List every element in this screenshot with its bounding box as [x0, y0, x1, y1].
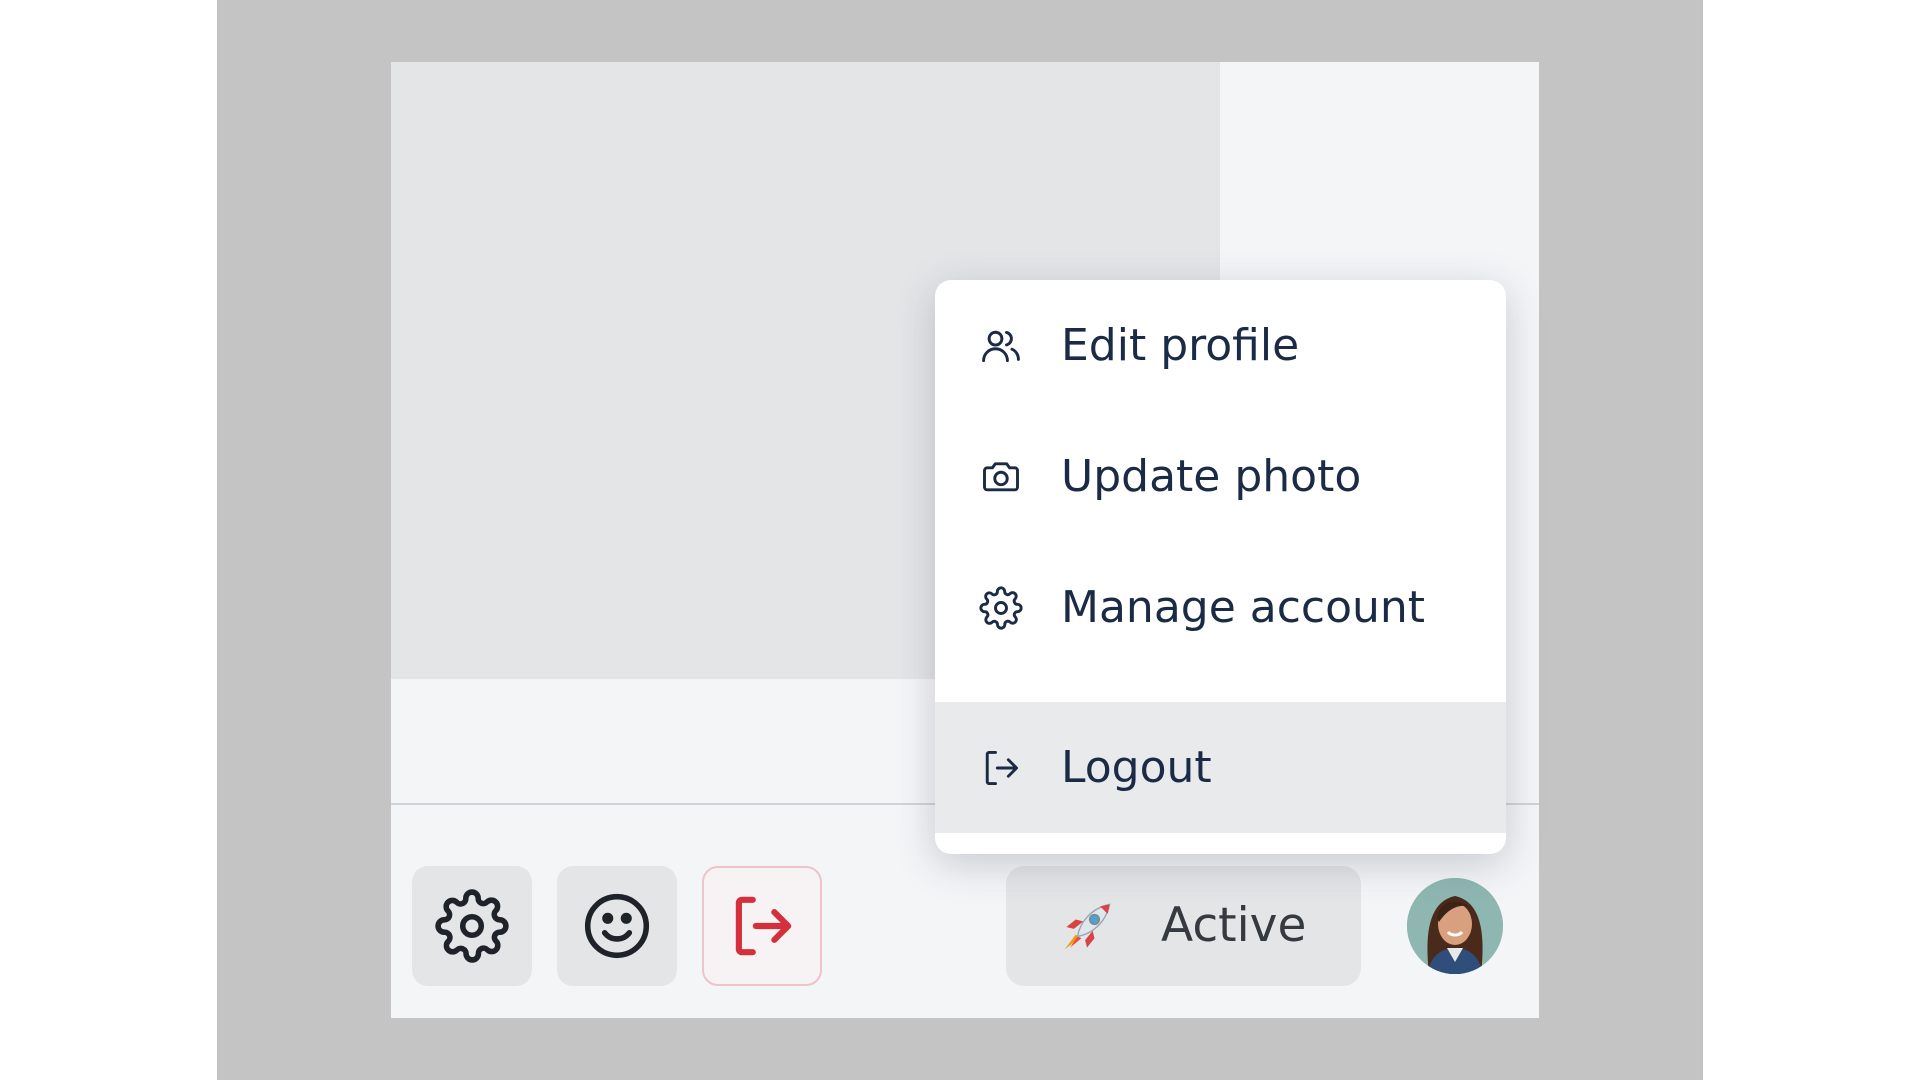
status-label: Active: [1161, 898, 1307, 953]
logout-button[interactable]: [702, 866, 822, 986]
gear-icon: [435, 889, 509, 963]
menu-item-label: Logout: [1061, 742, 1212, 793]
profile-dropdown-menu: Edit profile Update photo Manage account…: [935, 280, 1506, 854]
logout-icon: [985, 750, 1019, 786]
avatar[interactable]: [1407, 878, 1503, 974]
menu-item-label: Manage account: [1061, 582, 1426, 633]
emoji-button[interactable]: [557, 866, 677, 986]
gear-icon: [979, 586, 1023, 630]
menu-item-manage-account[interactable]: Manage account: [935, 542, 1506, 673]
smiley-icon: [584, 893, 650, 959]
user-photo-icon: [1407, 878, 1503, 974]
rocket-icon: [1064, 903, 1111, 950]
menu-item-edit-profile[interactable]: Edit profile: [935, 280, 1506, 411]
settings-button[interactable]: [412, 866, 532, 986]
status-selector[interactable]: Active: [1006, 866, 1361, 986]
menu-item-logout[interactable]: Logout: [935, 702, 1506, 833]
menu-item-label: Update photo: [1061, 451, 1362, 502]
menu-item-update-photo[interactable]: Update photo: [935, 411, 1506, 542]
camera-icon: [983, 462, 1019, 492]
users-icon: [982, 330, 1020, 363]
logout-icon: [735, 896, 792, 956]
menu-item-label: Edit profile: [1061, 320, 1300, 371]
